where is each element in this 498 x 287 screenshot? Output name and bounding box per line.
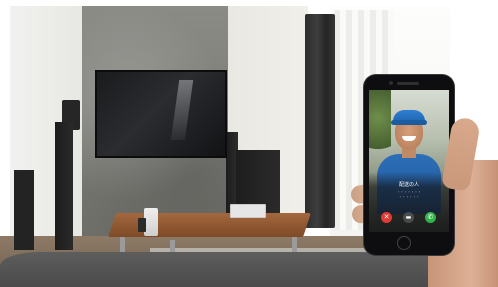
message-icon: ▬ [405,214,412,221]
call-info: ・・・・・・・ ・・・・・・ [369,190,449,200]
intercom-stand [144,208,158,236]
dark-curtain [305,14,335,228]
wall-mounted-tv [95,70,227,158]
tree-foliage [369,90,391,160]
answer-button[interactable]: ✆ [425,212,436,223]
call-info-line: ・・・・・・ [398,195,420,199]
call-overlay [369,172,449,232]
message-button[interactable]: ▬ [403,212,414,223]
front-camera [389,81,393,85]
decline-button[interactable]: ✕ [381,212,392,223]
caller-name: 配送の人 [398,182,419,188]
earpiece-speaker [397,82,419,85]
table-device [138,218,146,232]
left-speaker [55,122,73,250]
phone-screen: 配送の人 ・・・・・・・ ・・・・・・ ✕ ▬ ✆ [369,90,449,232]
phone-answer-icon: ✆ [427,213,434,221]
sofa [0,252,498,287]
table-box [230,204,266,218]
living-room-photo: 配送の人 ・・・・・・・ ・・・・・・ ✕ ▬ ✆ [0,0,498,287]
home-button[interactable] [397,236,411,250]
phone-decline-icon: ✕ [383,213,390,221]
caller-cap-brim [391,120,427,125]
left-cabinet [14,170,34,250]
